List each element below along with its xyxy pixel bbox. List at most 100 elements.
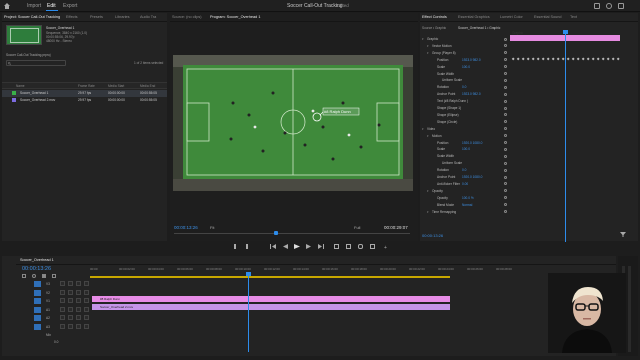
reset-parameter-icon[interactable]: [504, 175, 507, 179]
mix-volume-value[interactable]: 0.0: [54, 340, 58, 344]
effect-property-value[interactable]: 1923.0 982.0: [462, 58, 481, 62]
track-header-a2[interactable]: A2: [16, 314, 104, 322]
effect-property-value[interactable]: 100.0 %: [462, 196, 474, 200]
reset-parameter-icon[interactable]: [504, 99, 507, 103]
target-icon[interactable]: [84, 298, 89, 303]
solo-icon[interactable]: [84, 323, 89, 329]
edit-tab[interactable]: Edit: [47, 3, 56, 9]
effects-playhead-handle[interactable]: [563, 30, 568, 34]
sync-lock-icon[interactable]: [68, 281, 73, 286]
source-patch-toggle[interactable]: [34, 289, 41, 296]
reset-parameter-icon[interactable]: [504, 44, 507, 48]
insert-icon[interactable]: [334, 244, 339, 249]
project-row-sequence[interactable]: Soccer_Overhead 1 29.97 fps 00:00:00:00 …: [2, 90, 167, 97]
reset-parameter-icon[interactable]: [504, 127, 507, 131]
reset-parameter-icon[interactable]: [504, 92, 507, 96]
effect-clip-select[interactable]: Soccer_Overhead 1 • Graphic: [458, 26, 500, 30]
project-row-clip[interactable]: Soccer_Overhead 2.mov 29.97 fps 00:00:00…: [2, 97, 167, 104]
timeline-timecode[interactable]: 00:00:13:26: [22, 266, 51, 272]
step-forward-icon[interactable]: [318, 244, 324, 249]
effect-source-select[interactable]: Source • Graphic: [422, 26, 446, 30]
step-frame-forward-icon[interactable]: [306, 244, 312, 249]
column-name[interactable]: Name: [16, 84, 25, 88]
workspaces-icon[interactable]: [594, 3, 600, 9]
column-media-end[interactable]: Media End: [140, 84, 155, 88]
play-icon[interactable]: [294, 244, 300, 249]
tab-program-monitor[interactable]: Program: Soccer_Overhead 1: [210, 15, 260, 19]
project-search-input[interactable]: [6, 60, 66, 66]
export-tab[interactable]: Export: [63, 3, 77, 9]
home-icon[interactable]: [4, 3, 10, 9]
step-frame-back-icon[interactable]: [282, 244, 288, 249]
reset-parameter-icon[interactable]: [504, 58, 507, 62]
effect-property-value[interactable]: 1923.0 982.0: [462, 92, 481, 96]
timeline-playhead-handle[interactable]: [246, 272, 251, 276]
source-patch-toggle[interactable]: [34, 306, 41, 313]
target-icon[interactable]: [84, 281, 89, 286]
tab-effect-controls[interactable]: Effect Controls: [422, 15, 447, 19]
effect-property-value[interactable]: 100.0: [462, 65, 470, 69]
reset-parameter-icon[interactable]: [504, 189, 507, 193]
add-marker-icon[interactable]: [42, 274, 46, 278]
reset-parameter-icon[interactable]: [504, 147, 507, 151]
target-icon[interactable]: [84, 289, 89, 295]
sync-lock-icon[interactable]: [68, 289, 73, 295]
reset-parameter-icon[interactable]: [504, 120, 507, 124]
reset-parameter-icon[interactable]: [504, 203, 507, 207]
eye-icon[interactable]: [76, 281, 81, 286]
expand-arrow-icon[interactable]: ▾: [422, 127, 424, 131]
program-timecode[interactable]: 00:00:13:26: [174, 225, 198, 230]
lock-icon[interactable]: [60, 298, 65, 303]
timeline-clip-video[interactable]: Soccer_Overhead 2.mov: [92, 304, 450, 310]
tab-source-monitor[interactable]: Source: (no clips): [172, 15, 202, 19]
tab-presets[interactable]: Presets: [90, 15, 103, 19]
tab-project[interactable]: Project: Soccer Call-Out Tracking: [4, 15, 60, 19]
lock-icon[interactable]: [60, 306, 65, 312]
expand-arrow-icon[interactable]: ▾: [427, 44, 429, 48]
effects-playhead[interactable]: [565, 32, 566, 242]
timeline-playhead[interactable]: [248, 274, 249, 352]
comparison-view-icon[interactable]: [370, 244, 375, 249]
sync-lock-icon[interactable]: [68, 315, 73, 320]
export-frame-icon[interactable]: [358, 244, 363, 249]
source-patch-toggle[interactable]: [34, 315, 41, 321]
reset-parameter-icon[interactable]: [504, 85, 507, 89]
monitor-scrub-bar[interactable]: [174, 233, 410, 234]
work-area-bar[interactable]: [90, 276, 450, 278]
track-header-v1[interactable]: V1: [16, 297, 104, 305]
solo-icon[interactable]: [84, 306, 89, 312]
mark-out-icon[interactable]: [246, 244, 248, 249]
reset-parameter-icon[interactable]: [504, 141, 507, 144]
fullscreen-icon[interactable]: [618, 3, 624, 9]
effect-property-value[interactable]: 0.00: [462, 182, 468, 186]
player-callout-label[interactable]: #8 Ralph Dunn: [324, 109, 351, 114]
program-video-frame[interactable]: #8 Ralph Dunn: [173, 55, 413, 191]
tab-essential-sound[interactable]: Essential Sound: [534, 15, 561, 19]
zoom-fit-select[interactable]: Fit: [210, 225, 214, 230]
tab-sequence[interactable]: Soccer_Overhead 1: [20, 258, 54, 262]
mute-icon[interactable]: [76, 323, 81, 329]
effect-property-value[interactable]: 1920.0 1080.0: [462, 141, 482, 145]
reset-parameter-icon[interactable]: [504, 182, 507, 186]
sequence-thumbnail[interactable]: [6, 25, 42, 45]
quick-export-icon[interactable]: [606, 3, 612, 9]
tab-text[interactable]: Text: [570, 15, 577, 19]
add-button-icon[interactable]: +: [384, 245, 387, 251]
sync-lock-icon[interactable]: [68, 298, 73, 303]
timeline-settings-icon[interactable]: [52, 274, 56, 278]
effect-property-value[interactable]: 0.0: [462, 85, 466, 89]
column-frame-rate[interactable]: Frame Rate: [78, 84, 95, 88]
mute-icon[interactable]: [76, 315, 81, 320]
tab-audio-track-mixer[interactable]: Audio Tra: [140, 15, 156, 19]
reset-parameter-icon[interactable]: [504, 154, 507, 158]
sync-lock-icon[interactable]: [68, 306, 73, 312]
track-header-a3[interactable]: A3: [16, 323, 104, 331]
track-header-v3[interactable]: V3: [16, 280, 104, 288]
track-header-mix[interactable]: Mix: [16, 331, 104, 339]
snap-icon[interactable]: [22, 274, 26, 278]
lock-icon[interactable]: [60, 289, 65, 295]
reset-parameter-icon[interactable]: [504, 113, 507, 117]
column-media-start[interactable]: Media Start: [108, 84, 124, 88]
step-back-icon[interactable]: [270, 244, 276, 249]
monitor-playhead[interactable]: [274, 231, 278, 235]
